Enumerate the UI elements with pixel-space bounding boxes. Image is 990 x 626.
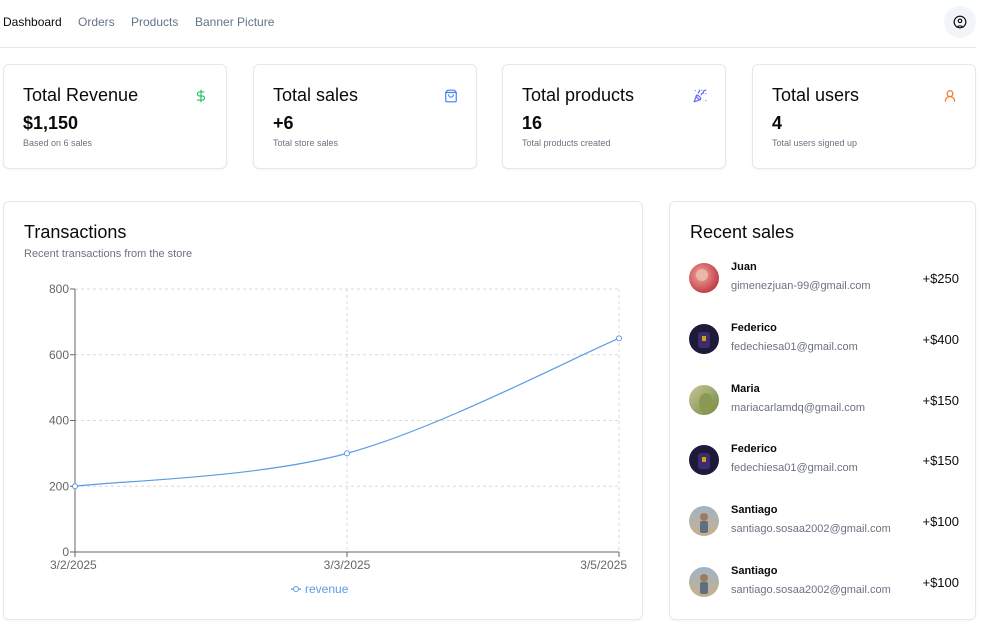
avatar: [689, 567, 719, 597]
stat-title: Total Revenue: [23, 85, 139, 105]
sale-email: mariacarlamdq@gmail.com: [731, 402, 866, 414]
user-circle-icon: [953, 15, 967, 29]
transactions-card: Transactions Recent transactions from th…: [3, 201, 643, 620]
y-tick-label: 800: [49, 282, 69, 296]
sale-item: Santiago santiago.sosaa2002@gmail.com +$…: [689, 565, 959, 601]
stat-title: Total sales: [273, 85, 359, 105]
sale-name: Santiago: [731, 504, 778, 516]
stat-subtitle: Total users signed up: [772, 138, 858, 148]
avatar: [689, 445, 719, 475]
top-navbar: Dashboard Orders Products Banner Picture: [0, 0, 976, 48]
sale-amount: +$400: [922, 332, 959, 347]
stat-subtitle: Total store sales: [273, 138, 339, 148]
stat-title: Total users: [772, 85, 860, 105]
user-icon: [944, 90, 956, 102]
sale-email: santiago.sosaa2002@gmail.com: [731, 523, 891, 535]
shopping-bag-icon: [445, 89, 457, 103]
data-point: [72, 483, 78, 490]
sale-amount: +$150: [922, 393, 959, 408]
stat-card-total-sales: Total sales +6 Total store sales: [253, 64, 477, 169]
stat-subtitle: Total products created: [522, 138, 611, 148]
nav-link-banner-picture[interactable]: Banner Picture: [195, 15, 274, 29]
avatar: [689, 324, 719, 354]
y-tick-label: 200: [49, 479, 69, 493]
stat-subtitle: Based on 6 sales: [23, 138, 93, 148]
y-tick-label: 400: [49, 414, 69, 428]
nav-link-dashboard[interactable]: Dashboard: [3, 15, 62, 29]
avatar: [689, 385, 719, 415]
sale-amount: +$150: [922, 453, 959, 468]
nav-link-products[interactable]: Products: [131, 15, 178, 29]
stat-card-total-products: Total products 16 Total products created: [502, 64, 726, 169]
sale-item: Federico fedechiesa01@gmail.com +$150: [689, 443, 959, 479]
stat-value: 4: [772, 113, 783, 133]
stat-card-total-revenue: Total Revenue $1,150 Based on 6 sales: [3, 64, 227, 169]
x-tick-label: 3/2/2025: [50, 558, 97, 572]
party-popper-icon: [693, 89, 707, 103]
stat-card-total-users: Total users 4 Total users signed up: [752, 64, 976, 169]
y-tick-label: 600: [49, 348, 69, 362]
sale-name: Juan: [731, 261, 757, 273]
sale-item: Juan gimenezjuan-99@gmail.com +$250: [689, 261, 959, 297]
sale-name: Federico: [731, 443, 777, 455]
sale-name: Maria: [731, 383, 760, 395]
sale-amount: +$100: [922, 514, 959, 529]
sale-email: fedechiesa01@gmail.com: [731, 341, 858, 353]
dollar-icon: [196, 89, 206, 103]
sale-item: Maria mariacarlamdq@gmail.com +$150: [689, 383, 959, 419]
transactions-chart: 0 200 400 600 800 3/2/2025 3/3/2025 3/5/2025 rev…: [49, 282, 627, 596]
sale-name: Federico: [731, 322, 777, 334]
sale-amount: +$250: [922, 271, 959, 286]
user-menu-button[interactable]: [944, 6, 976, 38]
data-point: [344, 450, 350, 457]
y-tick-label: 0: [62, 545, 69, 559]
recent-sales-title: Recent sales: [690, 222, 795, 242]
recent-sales-card: Recent sales Juan gimenezjuan-99@gmail.c…: [669, 201, 976, 620]
sale-amount: +$100: [922, 575, 959, 590]
sale-item: Santiago santiago.sosaa2002@gmail.com +$…: [689, 504, 959, 540]
sale-email: gimenezjuan-99@gmail.com: [731, 280, 871, 292]
sale-name: Santiago: [731, 565, 778, 577]
stat-value: +6: [273, 113, 294, 133]
avatar: [689, 506, 719, 536]
sale-email: fedechiesa01@gmail.com: [731, 462, 858, 474]
x-tick-label: 3/3/2025: [324, 558, 371, 572]
stat-title: Total products: [522, 85, 635, 105]
legend-label: revenue: [305, 582, 349, 596]
avatar: [689, 263, 719, 293]
data-point: [616, 335, 622, 342]
legend-marker: [293, 586, 299, 592]
sale-item: Federico fedechiesa01@gmail.com +$400: [689, 322, 959, 358]
x-tick-label: 3/5/2025: [580, 558, 627, 572]
stat-value: $1,150: [23, 113, 79, 133]
sale-email: santiago.sosaa2002@gmail.com: [731, 584, 891, 596]
stat-value: 16: [522, 113, 543, 133]
nav-link-orders[interactable]: Orders: [78, 15, 115, 29]
